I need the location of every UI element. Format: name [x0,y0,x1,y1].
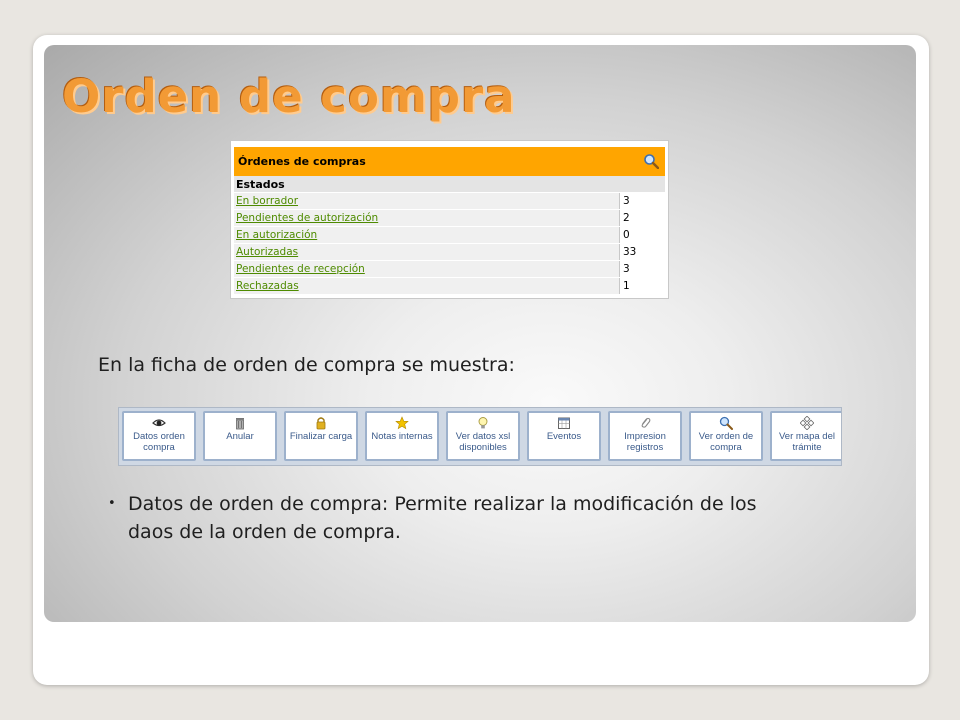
state-row: Pendientes de autorización 2 [234,210,665,227]
states-header: Estados [234,176,665,192]
button-label: Impresion registros [624,431,666,453]
orders-panel-header: Órdenes de compras [234,147,665,176]
state-row: En autorización 0 [234,227,665,244]
states-table: En borrador 3 Pendientes de autorización… [234,193,665,295]
star-icon [395,416,409,430]
state-link-rechazadas[interactable]: Rechazadas [234,278,620,294]
slide-title: Orden de compra [62,70,516,123]
datos-orden-compra-button[interactable]: Datos orden compra [122,411,196,461]
bullet-dot: • [108,496,116,511]
button-label: Ver datos xsl disponibles [455,431,511,453]
state-count: 1 [620,278,665,294]
state-link-pendientes-autorizacion[interactable]: Pendientes de autorización [234,210,620,226]
state-link-en-borrador[interactable]: En borrador [234,193,620,209]
action-toolbar: Datos orden compra Anular Finalizar carg… [118,407,842,466]
ver-orden-compra-button[interactable]: Ver orden de compra [689,411,763,461]
state-row: Autorizadas 33 [234,244,665,261]
map-icon [800,416,814,430]
state-row: Rechazadas 1 [234,278,665,295]
magnifier-icon [719,416,733,430]
finalizar-carga-button[interactable]: Finalizar carga [284,411,358,461]
bullet-item-text: Datos de orden de compra: Permite realiz… [128,493,757,543]
state-count: 3 [620,261,665,277]
bullet-item: • Datos de orden de compra: Permite real… [108,490,768,546]
anular-button[interactable]: Anular [203,411,277,461]
orders-panel: Órdenes de compras Estados En borrador 3… [230,140,669,299]
state-count: 2 [620,210,665,226]
state-row: Pendientes de recepción 3 [234,261,665,278]
button-label: Notas internas [371,431,433,442]
notas-internas-button[interactable]: Notas internas [365,411,439,461]
button-label: Datos orden compra [133,431,185,453]
paperclip-icon [641,417,651,428]
state-link-autorizadas[interactable]: Autorizadas [234,244,620,260]
trash-icon [236,418,244,430]
lightbulb-icon [478,417,488,429]
impresion-registros-button[interactable]: Impresion registros [608,411,682,461]
state-count: 3 [620,193,665,209]
button-label: Eventos [546,431,582,442]
button-label: Ver orden de compra [698,431,754,453]
state-row: En borrador 3 [234,193,665,210]
state-link-en-autorizacion[interactable]: En autorización [234,227,620,243]
lock-icon [316,417,326,430]
calendar-icon [558,417,570,429]
eye-icon [152,419,166,427]
search-icon[interactable] [643,153,659,169]
state-count: 0 [620,227,665,243]
ver-datos-xsl-button[interactable]: Ver datos xsl disponibles [446,411,520,461]
orders-panel-title: Órdenes de compras [238,155,366,168]
eventos-button[interactable]: Eventos [527,411,601,461]
ver-mapa-tramite-button[interactable]: Ver mapa del trámite [770,411,841,461]
button-label: Anular [226,431,254,442]
state-link-pendientes-recepcion[interactable]: Pendientes de recepción [234,261,620,277]
state-count: 33 [620,244,665,260]
button-label: Finalizar carga [289,431,353,442]
slide-subtitle: En la ficha de orden de compra se muestr… [98,354,515,376]
button-label: Ver mapa del trámite [779,431,835,453]
